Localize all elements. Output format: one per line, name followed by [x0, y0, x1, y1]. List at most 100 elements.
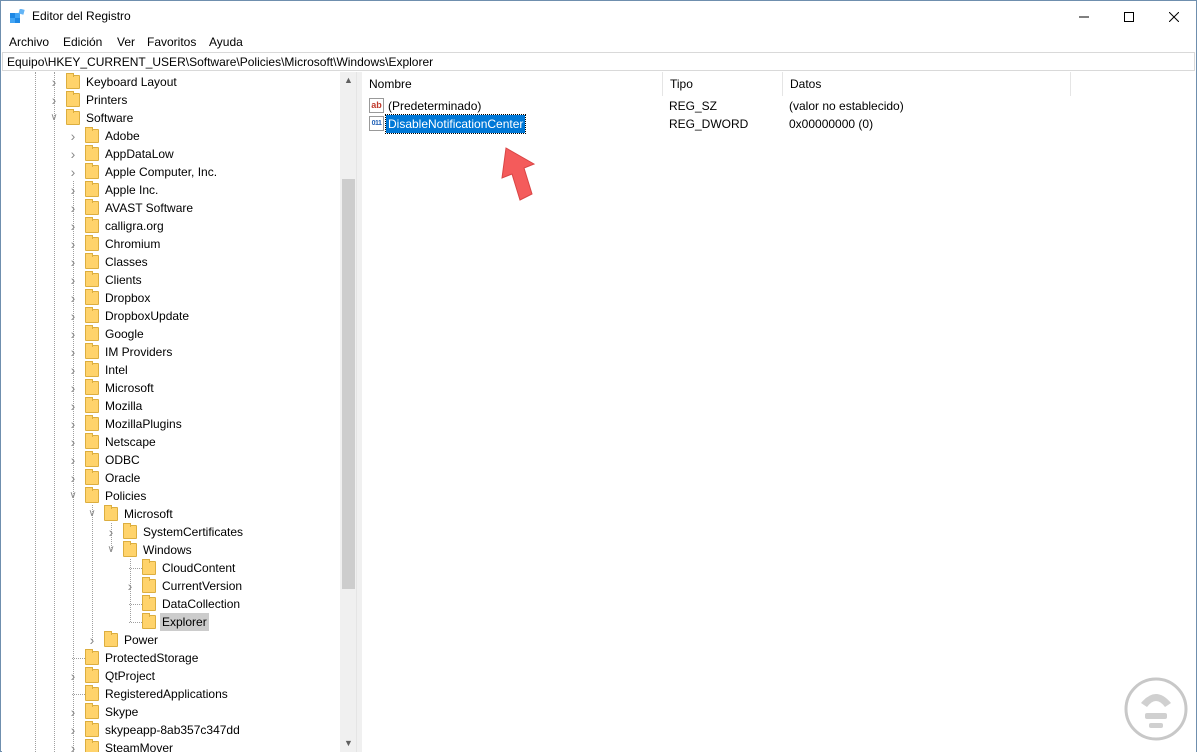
tree-item[interactable]: › IM Providers — [2, 343, 338, 361]
tree-item[interactable]: › Apple Computer, Inc. — [2, 163, 338, 181]
menu-favoritos[interactable]: Favoritos — [147, 35, 196, 49]
maximize-button[interactable] — [1106, 1, 1152, 32]
tree-item[interactable]: DataCollection — [2, 595, 338, 613]
tree-item[interactable]: › Clients — [2, 271, 338, 289]
chevron-right-icon[interactable]: › — [68, 307, 78, 325]
close-button[interactable] — [1151, 1, 1197, 32]
chevron-right-icon[interactable]: › — [68, 217, 78, 235]
chevron-down-icon[interactable]: ∨ — [106, 541, 116, 559]
menu-archivo[interactable]: Archivo — [9, 35, 49, 49]
tree-item[interactable]: › SteamMover — [2, 739, 338, 752]
scroll-down-icon[interactable]: ▼ — [340, 735, 356, 752]
menu-ver[interactable]: Ver — [117, 35, 135, 49]
chevron-right-icon[interactable]: › — [68, 379, 78, 397]
chevron-right-icon[interactable]: › — [68, 343, 78, 361]
title-bar[interactable]: Editor del Registro — [1, 1, 1196, 32]
chevron-right-icon[interactable]: › — [68, 451, 78, 469]
address-path[interactable]: Equipo\HKEY_CURRENT_USER\Software\Polici… — [7, 55, 433, 69]
chevron-right-icon[interactable]: › — [68, 433, 78, 451]
chevron-right-icon[interactable]: › — [106, 523, 116, 541]
tree-item[interactable]: › Classes — [2, 253, 338, 271]
chevron-right-icon[interactable]: › — [68, 181, 78, 199]
chevron-right-icon[interactable]: › — [68, 721, 78, 739]
minimize-button[interactable] — [1061, 1, 1107, 32]
chevron-right-icon[interactable]: › — [68, 145, 78, 163]
tree-item[interactable]: › SystemCertificates — [2, 523, 338, 541]
chevron-right-icon[interactable]: › — [68, 289, 78, 307]
menu-edicion[interactable]: Edición — [63, 35, 102, 49]
tree-item[interactable]: Explorer — [2, 613, 338, 631]
tree-item[interactable]: › Power — [2, 631, 338, 649]
tree-item[interactable]: › CurrentVersion — [2, 577, 338, 595]
chevron-right-icon[interactable]: › — [68, 667, 78, 685]
chevron-right-icon[interactable]: › — [68, 361, 78, 379]
chevron-right-icon[interactable]: › — [125, 577, 135, 595]
folder-icon — [66, 73, 80, 89]
chevron-right-icon[interactable]: › — [49, 73, 59, 91]
chevron-right-icon[interactable]: › — [68, 739, 78, 752]
tree-item[interactable]: › Intel — [2, 361, 338, 379]
tree-item[interactable]: › ODBC — [2, 451, 338, 469]
chevron-right-icon[interactable]: › — [68, 199, 78, 217]
tree-item[interactable]: › DropboxUpdate — [2, 307, 338, 325]
tree-item[interactable]: ProtectedStorage — [2, 649, 338, 667]
tree-item[interactable]: › Netscape — [2, 433, 338, 451]
tree-item[interactable]: ∨ Windows — [2, 541, 338, 559]
tree-item[interactable]: › QtProject — [2, 667, 338, 685]
tree-item[interactable]: ∨ Software — [2, 109, 338, 127]
folder-icon — [85, 703, 99, 719]
menu-ayuda[interactable]: Ayuda — [209, 35, 243, 49]
chevron-right-icon[interactable]: › — [68, 163, 78, 181]
tree-item[interactable]: › calligra.org — [2, 217, 338, 235]
tree-item[interactable]: › Adobe — [2, 127, 338, 145]
tree-item[interactable]: › AVAST Software — [2, 199, 338, 217]
chevron-right-icon[interactable]: › — [68, 469, 78, 487]
chevron-right-icon[interactable]: › — [68, 415, 78, 433]
chevron-right-icon[interactable]: › — [49, 91, 59, 109]
chevron-right-icon[interactable]: › — [68, 271, 78, 289]
tree-scrollbar[interactable]: ▲ ▼ — [340, 72, 356, 752]
chevron-right-icon[interactable]: › — [68, 703, 78, 721]
key-tree-pane[interactable]: › Keyboard Layout › Printers ∨ Software › Adobe… — [2, 72, 357, 752]
column-header-datos[interactable]: Datos — [783, 72, 1071, 96]
chevron-right-icon[interactable]: › — [68, 397, 78, 415]
scroll-thumb[interactable] — [342, 179, 355, 589]
tree-item[interactable]: › skypeapp-8ab357c347dd — [2, 721, 338, 739]
folder-icon — [85, 721, 99, 737]
tree-item-label: Printers — [86, 93, 128, 107]
chevron-down-icon[interactable]: ∨ — [87, 505, 97, 523]
tree-item[interactable]: › Oracle — [2, 469, 338, 487]
tree-item[interactable]: › Mozilla — [2, 397, 338, 415]
tree-item[interactable]: › Chromium — [2, 235, 338, 253]
chevron-right-icon[interactable]: › — [68, 127, 78, 145]
column-header-tipo[interactable]: Tipo — [663, 72, 783, 96]
tree-item[interactable]: › MozillaPlugins — [2, 415, 338, 433]
tree-item-label: QtProject — [105, 669, 156, 683]
chevron-right-icon[interactable]: › — [68, 253, 78, 271]
folder-icon — [85, 433, 99, 449]
tree-item[interactable]: CloudContent — [2, 559, 338, 577]
tree-item[interactable]: › AppDataLow — [2, 145, 338, 163]
tree-item[interactable]: › Dropbox — [2, 289, 338, 307]
tree-item[interactable]: › Microsoft — [2, 379, 338, 397]
chevron-down-icon[interactable]: ∨ — [68, 487, 78, 505]
value-row-selected[interactable]: 011 DisableNotificationCenter REG_DWORD … — [362, 114, 1196, 134]
values-list-pane[interactable]: Nombre Tipo Datos ab (Predeterminado) RE… — [362, 72, 1196, 752]
value-row[interactable]: ab (Predeterminado) REG_SZ (valor no est… — [362, 97, 1196, 115]
minimize-icon — [1079, 16, 1089, 17]
tree-item[interactable]: › Keyboard Layout — [2, 73, 338, 91]
chevron-right-icon[interactable]: › — [68, 325, 78, 343]
tree-item[interactable]: › Apple Inc. — [2, 181, 338, 199]
scroll-up-icon[interactable]: ▲ — [340, 72, 356, 89]
tree-item[interactable]: › Printers — [2, 91, 338, 109]
tree-item[interactable]: ∨ Microsoft — [2, 505, 338, 523]
chevron-right-icon[interactable]: › — [68, 235, 78, 253]
address-bar[interactable]: Equipo\HKEY_CURRENT_USER\Software\Polici… — [2, 52, 1195, 71]
tree-item[interactable]: ∨ Policies — [2, 487, 338, 505]
column-header-nombre[interactable]: Nombre — [362, 72, 663, 96]
chevron-down-icon[interactable]: ∨ — [49, 109, 59, 127]
tree-item[interactable]: RegisteredApplications — [2, 685, 338, 703]
tree-item[interactable]: › Google — [2, 325, 338, 343]
tree-item[interactable]: › Skype — [2, 703, 338, 721]
chevron-right-icon[interactable]: › — [87, 631, 97, 649]
